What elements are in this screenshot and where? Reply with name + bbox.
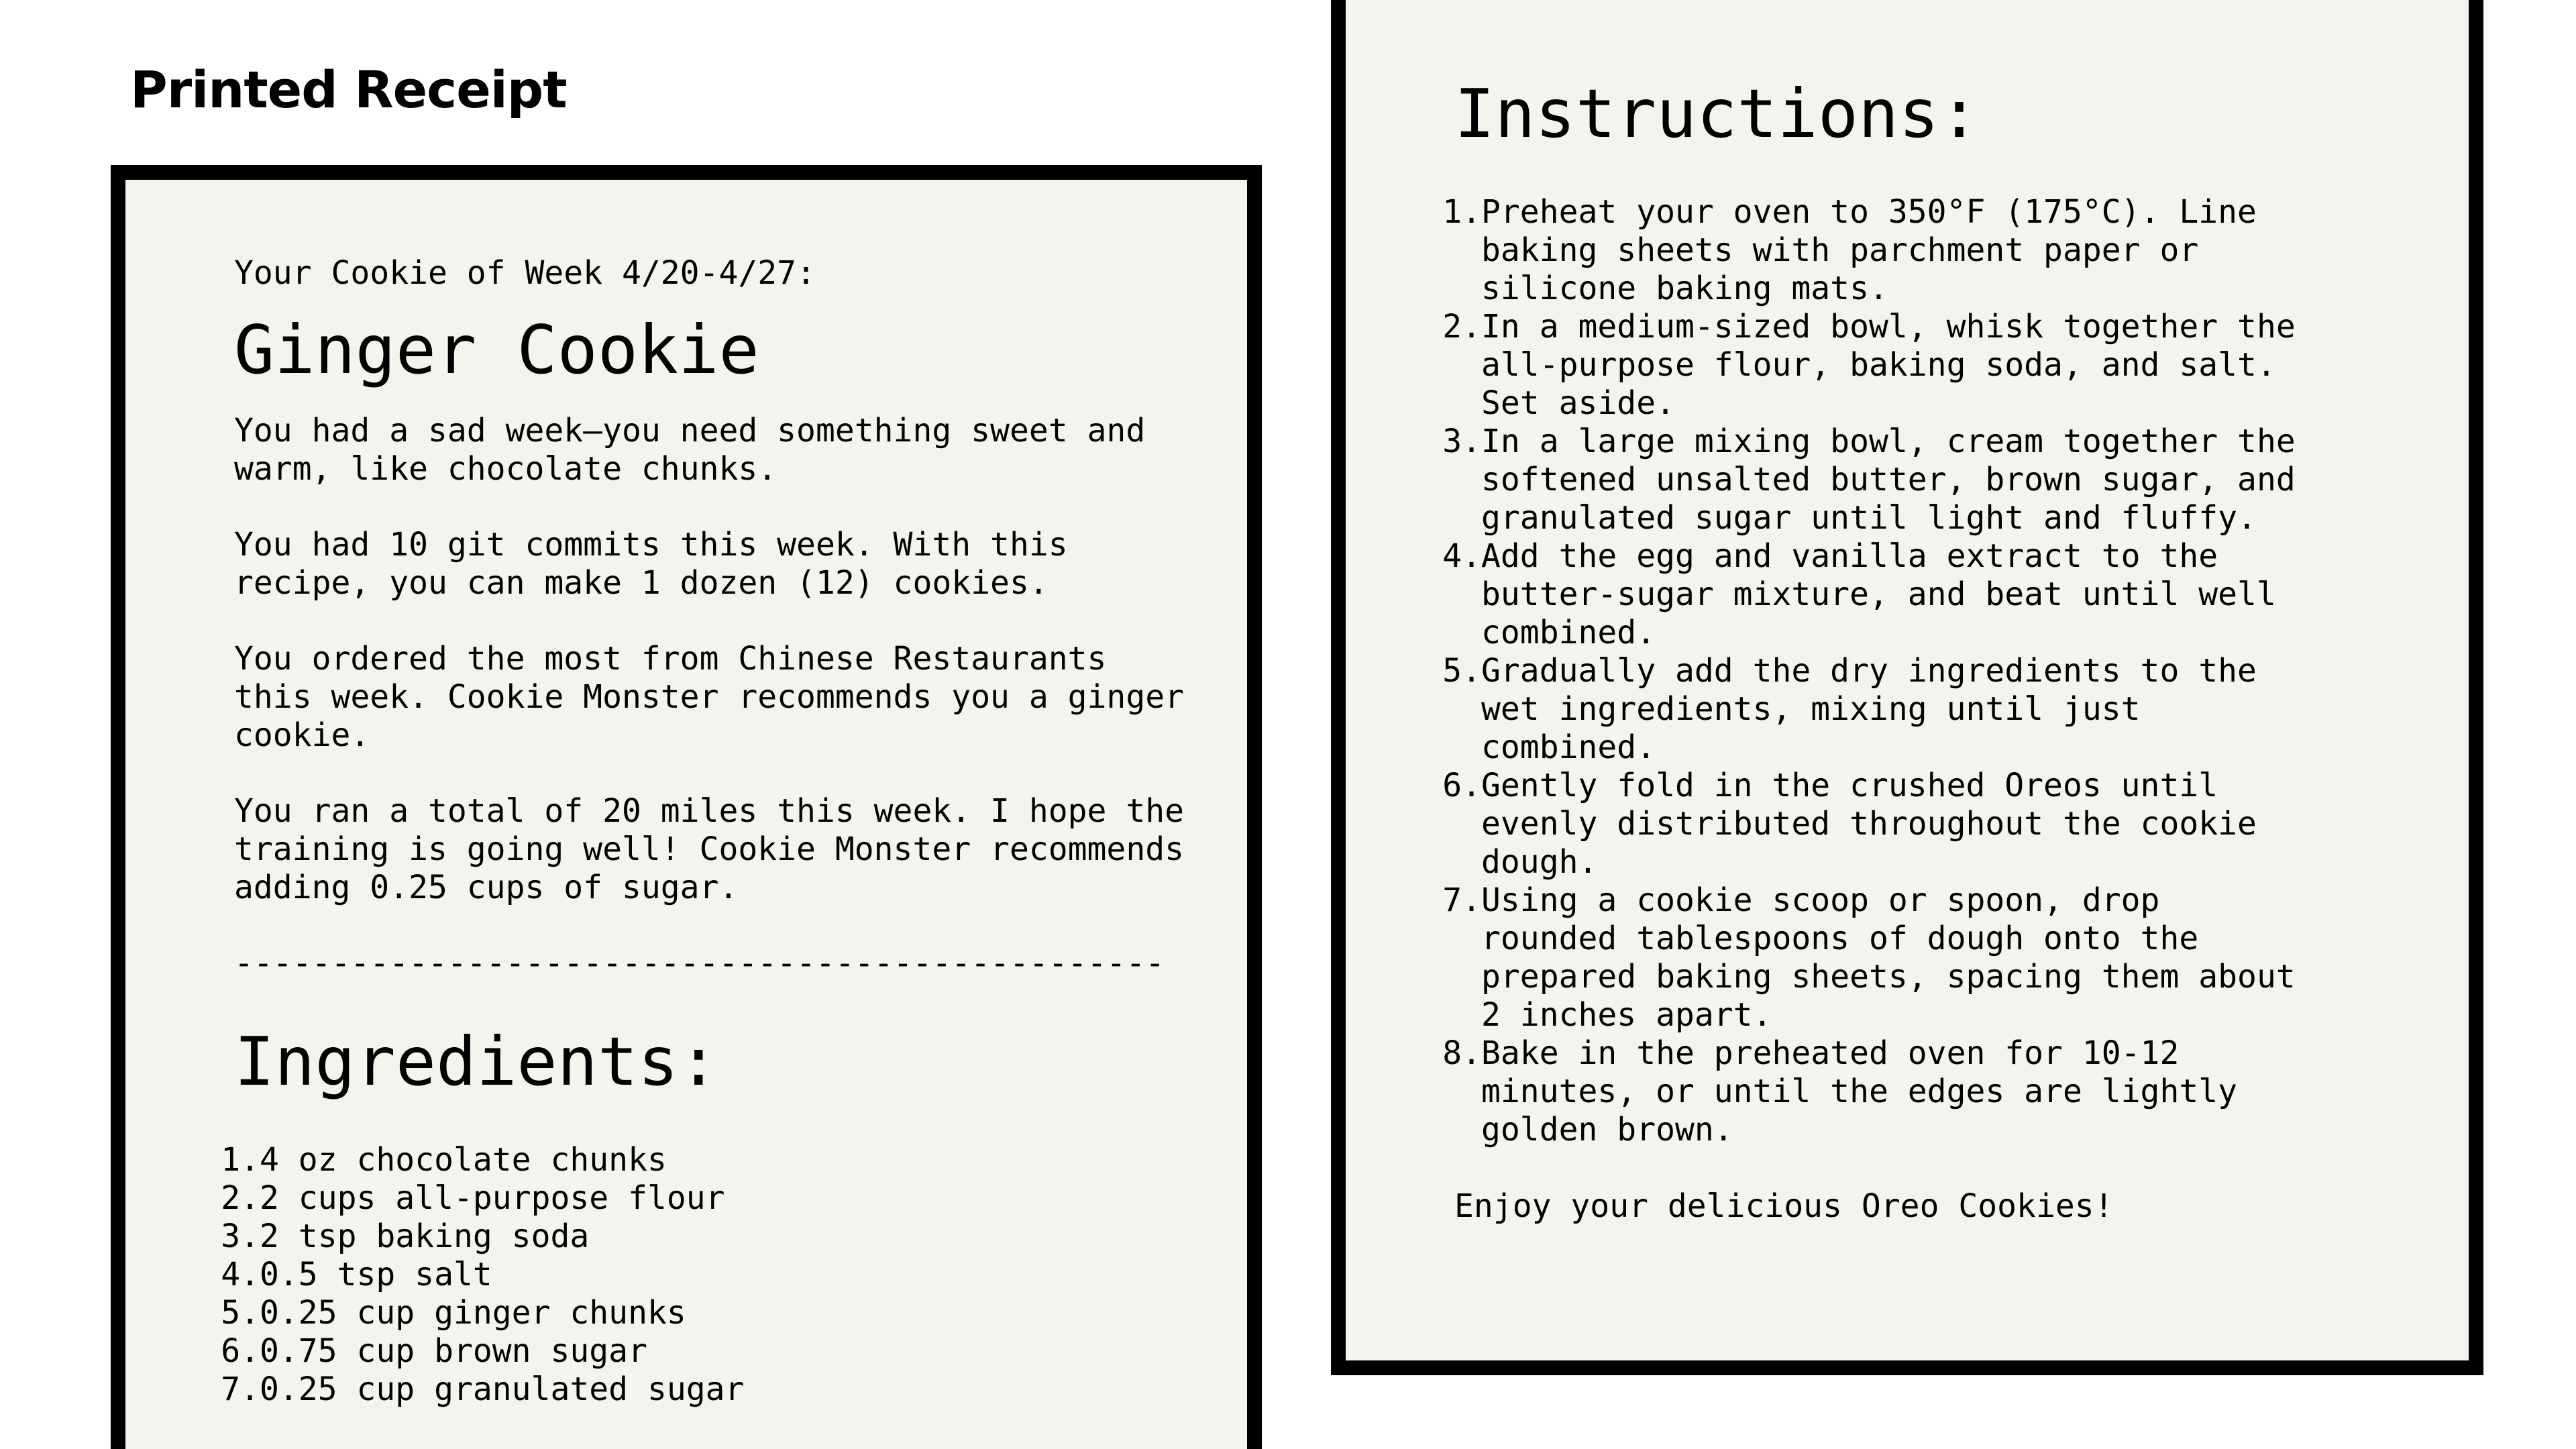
instruction-step: 6. Gently fold in the crushed Oreos unti… xyxy=(1442,767,2469,881)
instruction-text: Gently fold in the crushed Oreos until e… xyxy=(1481,767,2257,881)
ingredient-text: 0.75 cup brown sugar xyxy=(260,1332,647,1370)
instruction-text: In a large mixing bowl, cream together t… xyxy=(1481,423,2296,537)
ingredient-text: 2 tsp baking soda xyxy=(260,1218,590,1255)
instruction-step: 8. Bake in the preheated oven for 10-12 … xyxy=(1442,1034,2469,1149)
dashed-divider: ----------------------------------------… xyxy=(234,945,1165,982)
ingredient-item: 5. 0.25 cup ginger chunks xyxy=(221,1294,1247,1332)
instruction-text: Add the egg and vanilla extract to the b… xyxy=(1481,537,2276,651)
ingredients-heading: Ingredients: xyxy=(234,1022,719,1101)
instruction-step: 1. Preheat your oven to 350°F (175°C). L… xyxy=(1442,193,2469,308)
ingredient-item: 6. 0.75 cup brown sugar xyxy=(221,1332,1247,1371)
instruction-step: 2. In a medium-sized bowl, whisk togethe… xyxy=(1442,308,2469,423)
mood-paragraph: You had a sad week—you need something sw… xyxy=(234,412,1146,488)
instruction-number: 4. xyxy=(1442,537,1481,575)
ingredient-number: 6. xyxy=(221,1332,260,1370)
instruction-number: 1. xyxy=(1442,193,1481,231)
instruction-number: 8. xyxy=(1442,1034,1481,1072)
commits-paragraph: You had 10 git commits this week. With t… xyxy=(234,526,1068,602)
instruction-text: Using a cookie scoop or spoon, drop roun… xyxy=(1481,881,2296,1034)
instruction-step: 4. Add the egg and vanilla extract to th… xyxy=(1442,537,2469,652)
ingredient-number: 1. xyxy=(221,1141,260,1179)
instruction-number: 5. xyxy=(1442,652,1481,690)
instruction-number: 7. xyxy=(1442,881,1481,919)
ingredient-item: 4. 0.5 tsp salt xyxy=(221,1256,1247,1294)
ingredient-text: 0.5 tsp salt xyxy=(260,1256,492,1293)
instruction-text: In a medium-sized bowl, whisk together t… xyxy=(1481,308,2296,422)
ingredient-number: 4. xyxy=(221,1256,260,1293)
ingredient-number: 7. xyxy=(221,1371,260,1408)
instruction-step: 3. In a large mixing bowl, cream togethe… xyxy=(1442,423,2469,537)
instruction-step: 5. Gradually add the dry ingredients to … xyxy=(1442,652,2469,767)
instructions-heading: Instructions: xyxy=(1454,74,1980,153)
instructions-list: 1. Preheat your oven to 350°F (175°C). L… xyxy=(1442,193,2469,1149)
instruction-number: 2. xyxy=(1442,308,1481,345)
ingredients-list: 1. 4 oz chocolate chunks 2. 2 cups all-p… xyxy=(221,1141,1247,1409)
cookie-week-intro: Your Cookie of Week 4/20-4/27: xyxy=(234,254,816,292)
ingredient-item: 1. 4 oz chocolate chunks xyxy=(221,1141,1247,1179)
ingredient-item: 2. 2 cups all-purpose flour xyxy=(221,1179,1247,1218)
ingredient-text: 0.25 cup ginger chunks xyxy=(260,1294,686,1332)
ingredient-item: 7. 0.25 cup granulated sugar xyxy=(221,1371,1247,1409)
ingredient-item: 3. 2 tsp baking soda xyxy=(221,1218,1247,1256)
instruction-text: Preheat your oven to 350°F (175°C). Line… xyxy=(1481,193,2257,307)
cookie-name: Ginger Cookie xyxy=(234,311,759,389)
closing-message: Enjoy your delicious Oreo Cookies! xyxy=(1454,1187,2114,1225)
instruction-number: 3. xyxy=(1442,423,1481,460)
instruction-number: 6. xyxy=(1442,767,1481,804)
receipt-left: Your Cookie of Week 4/20-4/27: Ginger Co… xyxy=(111,165,1262,1449)
page-title: Printed Receipt xyxy=(130,60,568,119)
instruction-text: Gradually add the dry ingredients to the… xyxy=(1481,652,2257,766)
orders-paragraph: You ordered the most from Chinese Restau… xyxy=(234,640,1185,754)
instruction-text: Bake in the preheated oven for 10-12 min… xyxy=(1481,1034,2238,1148)
receipt-right: Instructions: 1. Preheat your oven to 35… xyxy=(1331,0,2483,1375)
ingredient-text: 0.25 cup granulated sugar xyxy=(260,1371,745,1408)
ingredient-number: 5. xyxy=(221,1294,260,1332)
ingredient-text: 4 oz chocolate chunks xyxy=(260,1141,667,1179)
running-paragraph: You ran a total of 20 miles this week. I… xyxy=(234,792,1185,906)
ingredient-number: 2. xyxy=(221,1179,260,1217)
ingredient-number: 3. xyxy=(221,1218,260,1255)
page: Printed Receipt Your Cookie of Week 4/20… xyxy=(0,0,2576,1449)
ingredient-text: 2 cups all-purpose flour xyxy=(260,1179,725,1217)
instruction-step: 7. Using a cookie scoop or spoon, drop r… xyxy=(1442,881,2469,1034)
